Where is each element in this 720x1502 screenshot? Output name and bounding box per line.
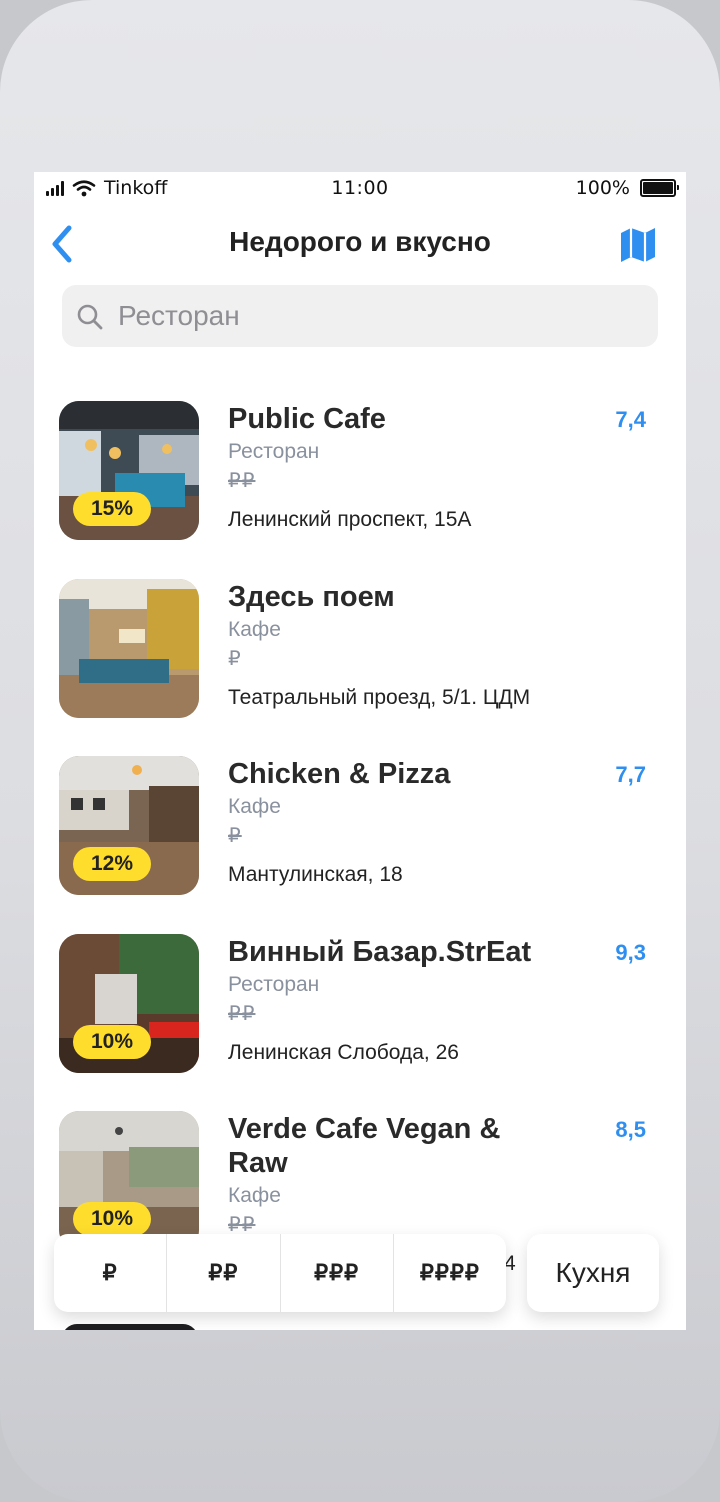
restaurant-photo <box>59 578 199 718</box>
price-level: ₽ <box>228 825 242 847</box>
list-item[interactable]: Здесь поем Кафе ₽ Театральный проезд, 5/… <box>34 578 686 756</box>
rating: 8,5 <box>615 1117 646 1142</box>
list-item[interactable]: 10% Винный Базар.StrEat 9,3 Ресторан ₽₽ … <box>34 933 686 1111</box>
search-input[interactable] <box>112 285 644 347</box>
restaurant-list: 15% Public Cafe 7,4 Ресторан ₽₽ Ленински… <box>34 400 686 1288</box>
phone-frame: Tinkoff 11:00 100% Недорого и вкусно Рес… <box>0 0 720 1502</box>
restaurant-name: Chicken & Pizza <box>228 758 451 790</box>
price-filter: ₽ ₽₽ ₽₽₽ ₽₽₽₽ <box>54 1234 506 1312</box>
discount-badge: 10% <box>73 1024 151 1059</box>
rating: 7,4 <box>615 407 646 432</box>
discount-badge: 10% <box>73 1202 151 1236</box>
battery-percent: 100% <box>575 177 630 199</box>
restaurant-category: Ресторан <box>228 972 320 996</box>
rating: 9,3 <box>615 939 646 965</box>
discount-badge: 15% <box>73 492 151 526</box>
restaurant-name: Verde Cafe Vegan & Raw <box>228 1113 501 1179</box>
restaurant-category: Кафе <box>228 795 281 818</box>
restaurant-photo: 10% <box>59 1111 199 1250</box>
price-filter-2[interactable]: ₽₽ <box>166 1234 279 1312</box>
price-level: ₽₽ <box>228 1002 256 1025</box>
restaurant-photo: 15% <box>59 401 199 540</box>
restaurant-address: Ленинская Слобода, 26 <box>228 1040 459 1064</box>
search-icon <box>77 304 103 330</box>
restaurant-name: Public Cafe <box>228 403 386 435</box>
nav-bar: Недорого и вкусно <box>34 212 686 276</box>
restaurant-address: Театральный проезд, 5/1. ЦДМ <box>228 685 531 709</box>
price-level: ₽ <box>228 647 242 670</box>
app-screen: Tinkoff 11:00 100% Недорого и вкусно Рес… <box>34 172 686 1330</box>
restaurant-address: Ленинский проспект, 15А <box>228 508 472 531</box>
restaurant-photo: 10% <box>59 933 199 1073</box>
restaurant-category: Кафе <box>228 1184 281 1207</box>
list-item[interactable]: 15% Public Cafe 7,4 Ресторан ₽₽ Ленински… <box>34 400 686 578</box>
restaurant-category: Кафе <box>228 617 281 641</box>
restaurant-photo-partial <box>62 1324 198 1330</box>
price-filter-3[interactable]: ₽₽₽ <box>279 1234 393 1312</box>
restaurant-name: Здесь поем <box>228 580 395 613</box>
restaurant-category: Ресторан <box>228 440 320 463</box>
battery-icon <box>640 179 679 197</box>
rating: 7,7 <box>615 762 646 787</box>
cuisine-filter-button[interactable]: Кухня <box>527 1234 659 1312</box>
discount-badge: 12% <box>73 847 151 881</box>
map-button[interactable] <box>618 226 658 264</box>
status-bar: Tinkoff 11:00 100% <box>34 172 686 206</box>
search-bar <box>62 285 658 347</box>
restaurant-name: Винный Базар.StrEat <box>228 935 532 968</box>
restaurant-photo: 12% <box>59 756 199 895</box>
list-item[interactable]: 12% Chicken & Pizza 7,7 Кафе ₽ Мантулинс… <box>34 755 686 933</box>
page-title: Недорого и вкусно <box>229 226 491 257</box>
price-filter-4[interactable]: ₽₽₽₽ <box>392 1234 506 1312</box>
price-filter-1[interactable]: ₽ <box>54 1234 166 1312</box>
price-level: ₽₽ <box>228 470 256 492</box>
map-icon <box>621 228 655 262</box>
restaurant-address: Мантулинская, 18 <box>228 863 403 886</box>
